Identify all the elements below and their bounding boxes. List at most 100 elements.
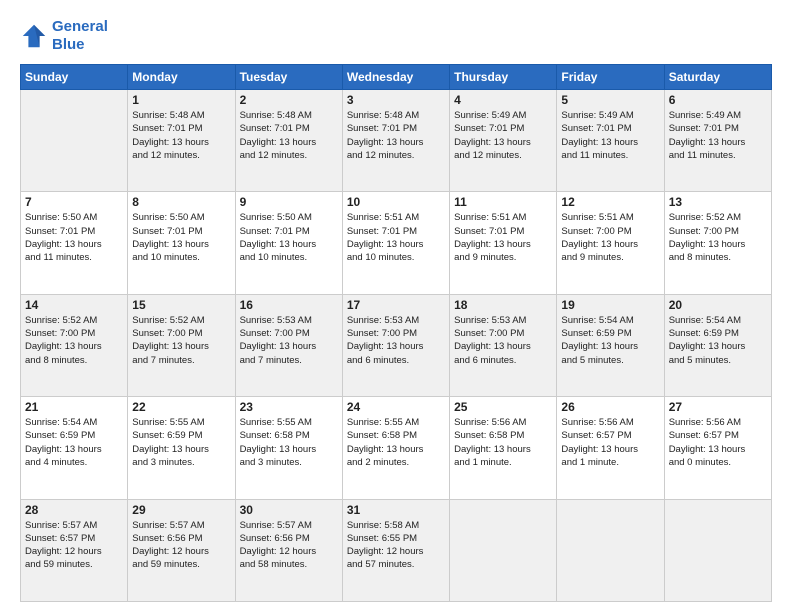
calendar-day-cell: 6 Sunrise: 5:49 AMSunset: 7:01 PMDaylight…: [664, 90, 771, 192]
day-info: Sunrise: 5:51 AMSunset: 7:00 PMDaylight:…: [561, 211, 659, 264]
day-number: 6: [669, 93, 767, 107]
calendar-day-cell: [664, 499, 771, 601]
calendar-day-cell: [557, 499, 664, 601]
day-number: 29: [132, 503, 230, 517]
logo: General Blue: [20, 18, 108, 54]
day-info: Sunrise: 5:55 AMSunset: 6:58 PMDaylight:…: [240, 416, 338, 469]
calendar-table: SundayMondayTuesdayWednesdayThursdayFrid…: [20, 64, 772, 602]
header: General Blue: [20, 18, 772, 54]
calendar-week-row: 21 Sunrise: 5:54 AMSunset: 6:59 PMDayligh…: [21, 397, 772, 499]
day-info: Sunrise: 5:57 AMSunset: 6:56 PMDaylight:…: [240, 519, 338, 572]
day-info: Sunrise: 5:50 AMSunset: 7:01 PMDaylight:…: [240, 211, 338, 264]
calendar-day-cell: 21 Sunrise: 5:54 AMSunset: 6:59 PMDayligh…: [21, 397, 128, 499]
day-number: 12: [561, 195, 659, 209]
day-info: Sunrise: 5:52 AMSunset: 7:00 PMDaylight:…: [669, 211, 767, 264]
day-number: 26: [561, 400, 659, 414]
calendar-body: 1 Sunrise: 5:48 AMSunset: 7:01 PMDaylight…: [21, 90, 772, 602]
day-info: Sunrise: 5:56 AMSunset: 6:58 PMDaylight:…: [454, 416, 552, 469]
day-info: Sunrise: 5:57 AMSunset: 6:57 PMDaylight:…: [25, 519, 123, 572]
day-number: 11: [454, 195, 552, 209]
calendar-day-cell: 14Sunrise: 5:52 AMSunset: 7:00 PMDayligh…: [21, 294, 128, 396]
day-number: 17: [347, 298, 445, 312]
day-number: 21: [25, 400, 123, 414]
day-number: 24: [347, 400, 445, 414]
day-info: Sunrise: 5:55 AMSunset: 6:59 PMDaylight:…: [132, 416, 230, 469]
day-info: Sunrise: 5:55 AMSunset: 6:58 PMDaylight:…: [347, 416, 445, 469]
day-info: Sunrise: 5:53 AMSunset: 7:00 PMDaylight:…: [347, 314, 445, 367]
day-info: Sunrise: 5:54 AMSunset: 6:59 PMDaylight:…: [561, 314, 659, 367]
day-number: 15: [132, 298, 230, 312]
calendar-day-cell: 26 Sunrise: 5:56 AMSunset: 6:57 PMDayligh…: [557, 397, 664, 499]
logo-icon: [20, 22, 48, 50]
calendar-day-cell: 11Sunrise: 5:51 AMSunset: 7:01 PMDayligh…: [450, 192, 557, 294]
day-number: 16: [240, 298, 338, 312]
calendar-day-cell: 25 Sunrise: 5:56 AMSunset: 6:58 PMDayligh…: [450, 397, 557, 499]
calendar-day-cell: 17 Sunrise: 5:53 AMSunset: 7:00 PMDayligh…: [342, 294, 449, 396]
day-number: 19: [561, 298, 659, 312]
calendar-header-cell: Thursday: [450, 65, 557, 90]
calendar-week-row: 1 Sunrise: 5:48 AMSunset: 7:01 PMDaylight…: [21, 90, 772, 192]
calendar-header-cell: Monday: [128, 65, 235, 90]
day-number: 7: [25, 195, 123, 209]
day-info: Sunrise: 5:54 AMSunset: 6:59 PMDaylight:…: [669, 314, 767, 367]
calendar-day-cell: 15Sunrise: 5:52 AMSunset: 7:00 PMDayligh…: [128, 294, 235, 396]
logo-text: General Blue: [52, 18, 108, 54]
calendar-header-cell: Saturday: [664, 65, 771, 90]
day-number: 28: [25, 503, 123, 517]
day-info: Sunrise: 5:50 AMSunset: 7:01 PMDaylight:…: [25, 211, 123, 264]
calendar-day-cell: 16 Sunrise: 5:53 AMSunset: 7:00 PMDayligh…: [235, 294, 342, 396]
day-info: Sunrise: 5:48 AMSunset: 7:01 PMDaylight:…: [132, 109, 230, 162]
day-number: 10: [347, 195, 445, 209]
day-number: 9: [240, 195, 338, 209]
day-info: Sunrise: 5:50 AMSunset: 7:01 PMDaylight:…: [132, 211, 230, 264]
calendar-header-row: SundayMondayTuesdayWednesdayThursdayFrid…: [21, 65, 772, 90]
day-number: 1: [132, 93, 230, 107]
day-info: Sunrise: 5:54 AMSunset: 6:59 PMDaylight:…: [25, 416, 123, 469]
calendar-day-cell: 2Sunrise: 5:48 AMSunset: 7:01 PMDaylight…: [235, 90, 342, 192]
day-info: Sunrise: 5:49 AMSunset: 7:01 PMDaylight:…: [561, 109, 659, 162]
day-info: Sunrise: 5:48 AMSunset: 7:01 PMDaylight:…: [240, 109, 338, 162]
day-info: Sunrise: 5:51 AMSunset: 7:01 PMDaylight:…: [347, 211, 445, 264]
day-info: Sunrise: 5:53 AMSunset: 7:00 PMDaylight:…: [454, 314, 552, 367]
day-number: 14: [25, 298, 123, 312]
day-number: 27: [669, 400, 767, 414]
calendar-day-cell: 9 Sunrise: 5:50 AMSunset: 7:01 PMDaylight…: [235, 192, 342, 294]
calendar-week-row: 7 Sunrise: 5:50 AMSunset: 7:01 PMDaylight…: [21, 192, 772, 294]
calendar-day-cell: 18 Sunrise: 5:53 AMSunset: 7:00 PMDayligh…: [450, 294, 557, 396]
day-number: 30: [240, 503, 338, 517]
calendar-header-cell: Sunday: [21, 65, 128, 90]
day-number: 3: [347, 93, 445, 107]
calendar-header-cell: Friday: [557, 65, 664, 90]
day-info: Sunrise: 5:49 AMSunset: 7:01 PMDaylight:…: [669, 109, 767, 162]
day-number: 8: [132, 195, 230, 209]
calendar-day-cell: 23Sunrise: 5:55 AMSunset: 6:58 PMDayligh…: [235, 397, 342, 499]
calendar-day-cell: 19 Sunrise: 5:54 AMSunset: 6:59 PMDayligh…: [557, 294, 664, 396]
calendar-day-cell: 5Sunrise: 5:49 AMSunset: 7:01 PMDaylight…: [557, 90, 664, 192]
calendar-day-cell: 28 Sunrise: 5:57 AMSunset: 6:57 PMDayligh…: [21, 499, 128, 601]
calendar-day-cell: 1 Sunrise: 5:48 AMSunset: 7:01 PMDaylight…: [128, 90, 235, 192]
calendar-day-cell: [21, 90, 128, 192]
day-number: 18: [454, 298, 552, 312]
day-info: Sunrise: 5:49 AMSunset: 7:01 PMDaylight:…: [454, 109, 552, 162]
day-info: Sunrise: 5:58 AMSunset: 6:55 PMDaylight:…: [347, 519, 445, 572]
calendar-day-cell: 12 Sunrise: 5:51 AMSunset: 7:00 PMDayligh…: [557, 192, 664, 294]
calendar-day-cell: 22Sunrise: 5:55 AMSunset: 6:59 PMDayligh…: [128, 397, 235, 499]
calendar-week-row: 14Sunrise: 5:52 AMSunset: 7:00 PMDayligh…: [21, 294, 772, 396]
day-info: Sunrise: 5:48 AMSunset: 7:01 PMDaylight:…: [347, 109, 445, 162]
calendar-day-cell: 27Sunrise: 5:56 AMSunset: 6:57 PMDayligh…: [664, 397, 771, 499]
calendar-day-cell: 3 Sunrise: 5:48 AMSunset: 7:01 PMDaylight…: [342, 90, 449, 192]
page: General Blue SundayMondayTuesdayWednesda…: [0, 0, 792, 612]
day-number: 13: [669, 195, 767, 209]
day-number: 20: [669, 298, 767, 312]
day-info: Sunrise: 5:56 AMSunset: 6:57 PMDaylight:…: [561, 416, 659, 469]
day-number: 4: [454, 93, 552, 107]
calendar-day-cell: 7 Sunrise: 5:50 AMSunset: 7:01 PMDaylight…: [21, 192, 128, 294]
calendar-day-cell: [450, 499, 557, 601]
calendar-header-cell: Tuesday: [235, 65, 342, 90]
calendar-day-cell: 31 Sunrise: 5:58 AMSunset: 6:55 PMDayligh…: [342, 499, 449, 601]
day-info: Sunrise: 5:53 AMSunset: 7:00 PMDaylight:…: [240, 314, 338, 367]
day-number: 25: [454, 400, 552, 414]
calendar-day-cell: 8 Sunrise: 5:50 AMSunset: 7:01 PMDaylight…: [128, 192, 235, 294]
calendar-day-cell: 10 Sunrise: 5:51 AMSunset: 7:01 PMDayligh…: [342, 192, 449, 294]
day-number: 31: [347, 503, 445, 517]
